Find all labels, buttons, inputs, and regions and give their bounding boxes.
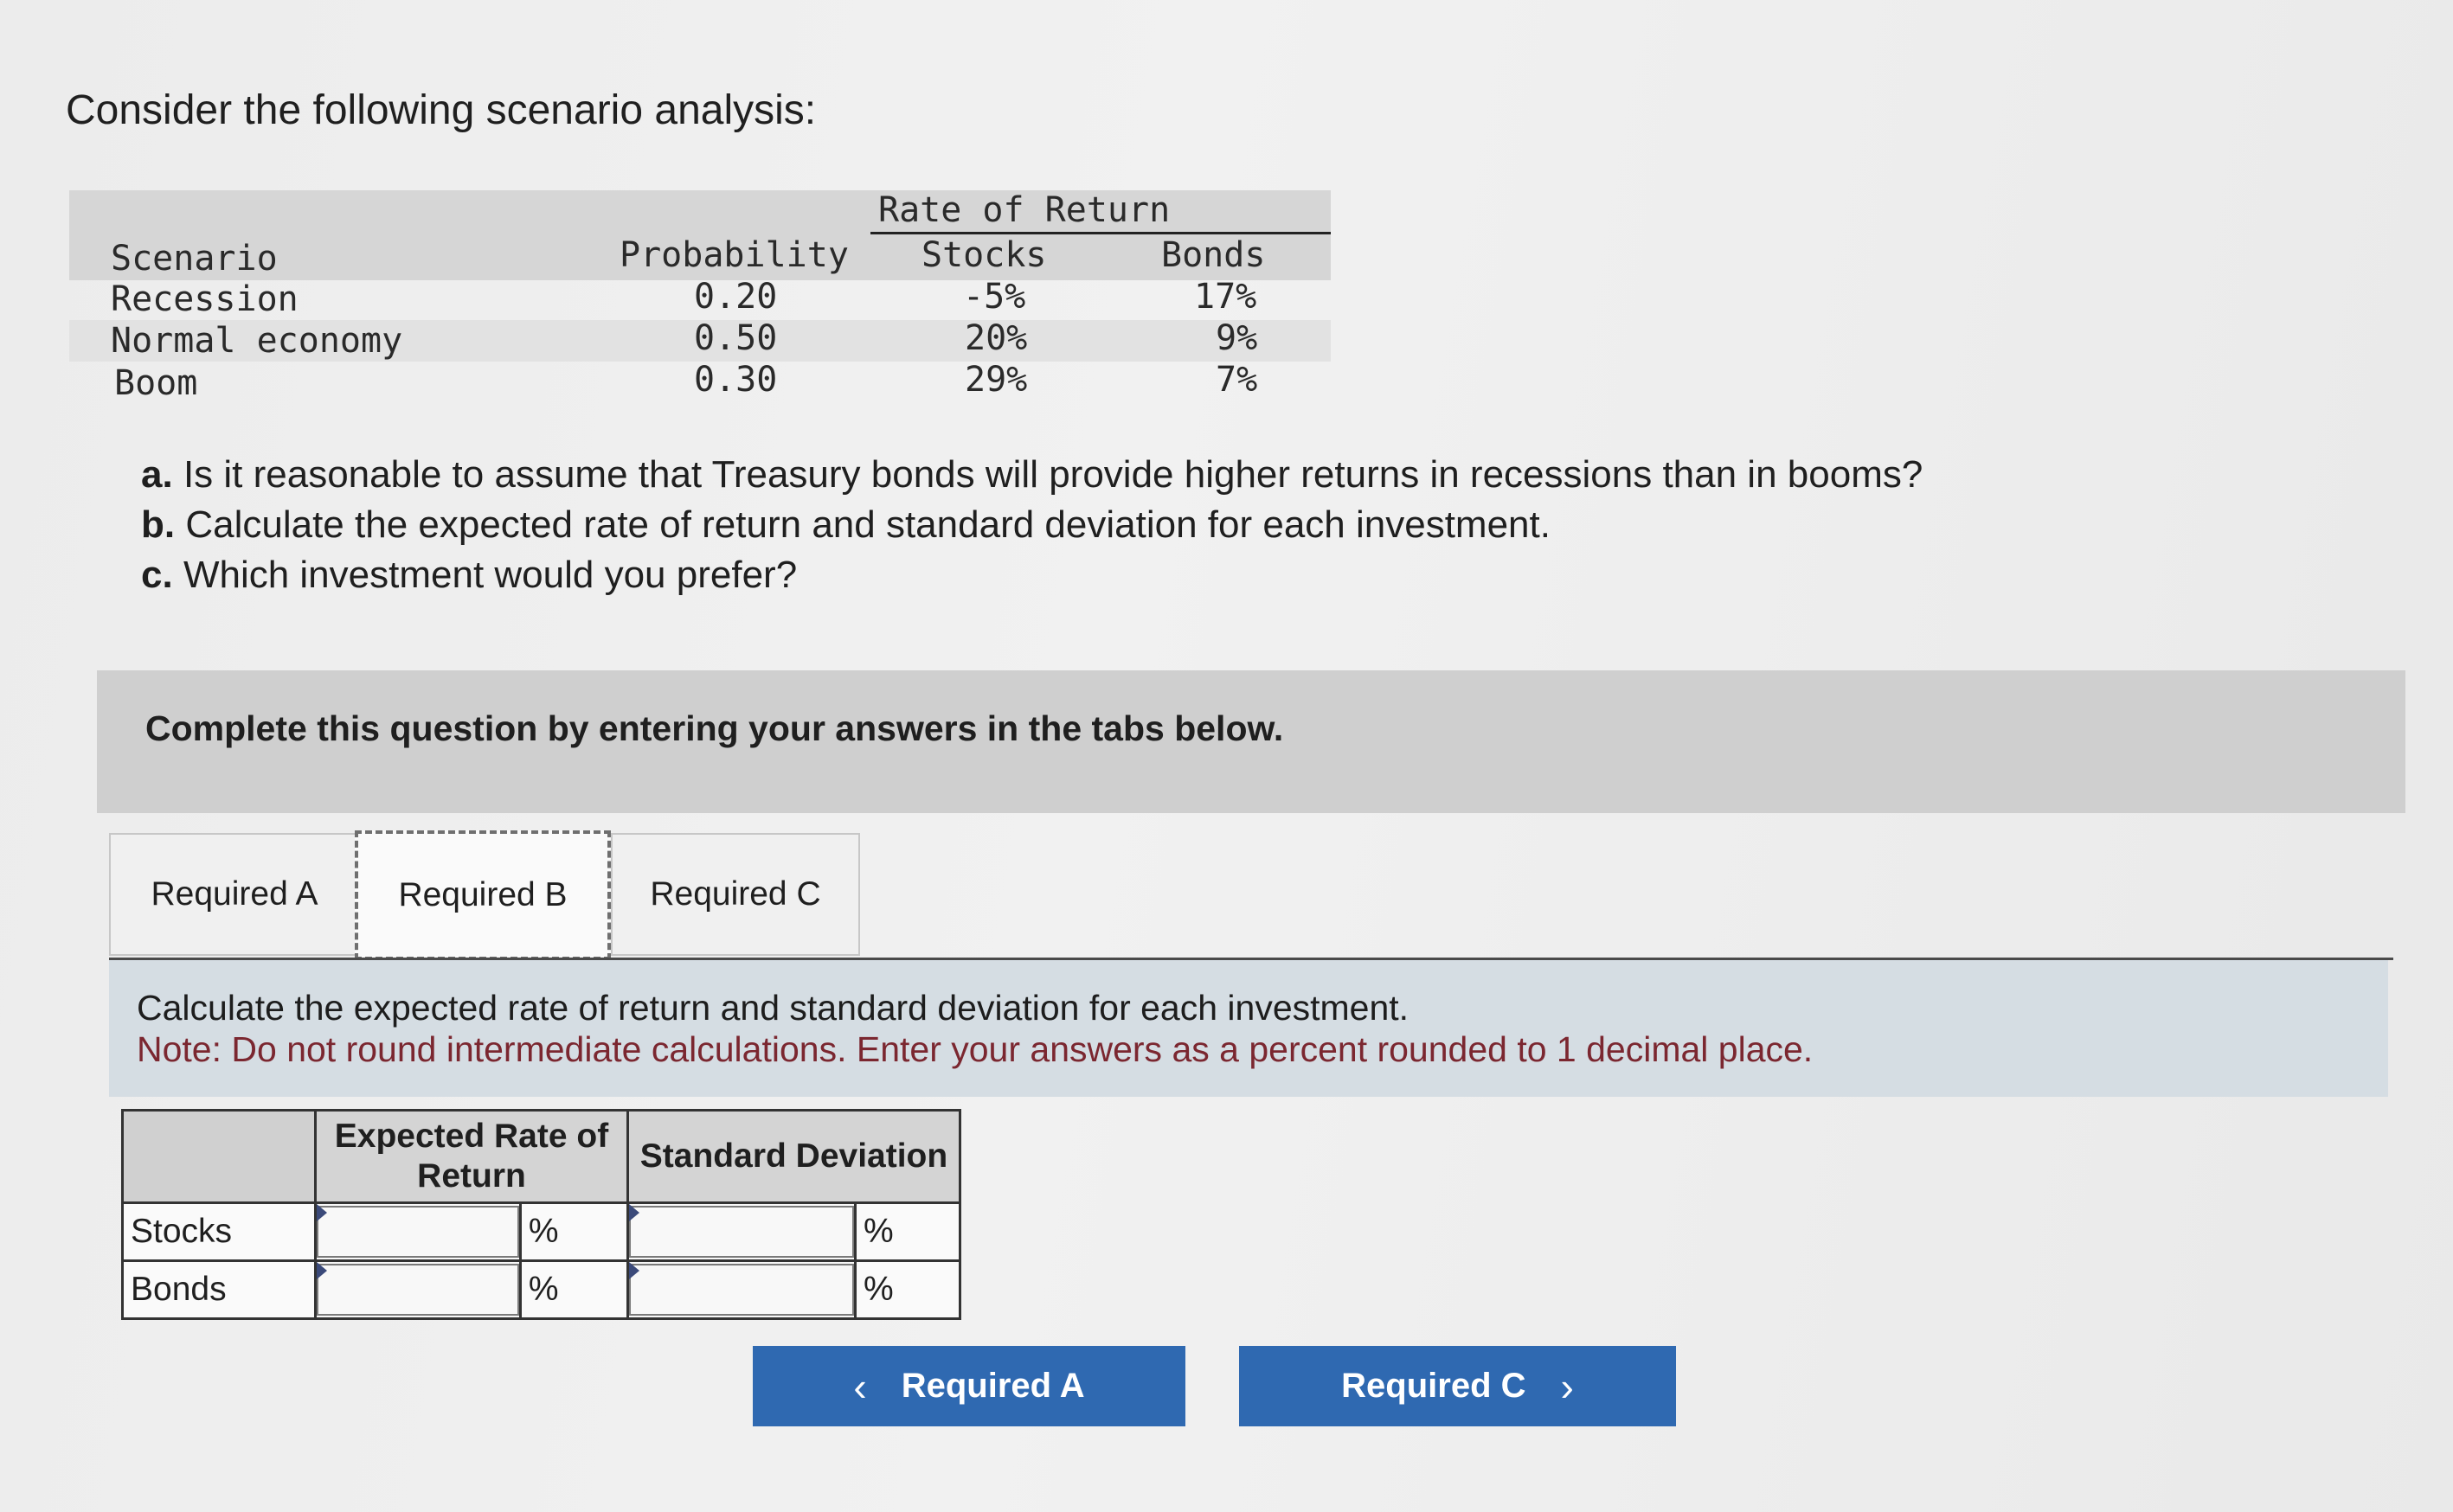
- col-header-expected-return: Expected Rate of Return: [314, 1109, 629, 1204]
- col-header-stocks: Stocks: [921, 235, 1047, 275]
- col-header-probability: Probability: [620, 235, 849, 275]
- row-label-stocks: Stocks: [121, 1201, 317, 1262]
- question-item: a. Is it reasonable to assume that Treas…: [141, 453, 1923, 496]
- tab-required-a[interactable]: Required A: [109, 833, 360, 956]
- stocks-expected-return-cell: [314, 1201, 522, 1262]
- prev-button-label: Required A: [901, 1367, 1085, 1405]
- instruction-note: Note: Do not round intermediate calculat…: [137, 1029, 1814, 1069]
- instruction-banner: Complete this question by entering your …: [97, 670, 2405, 813]
- bonds-expected-return-input[interactable]: [317, 1264, 519, 1316]
- row-stocks: -5%: [963, 277, 1026, 317]
- group-header-rate-of-return: Rate of Return: [878, 190, 1171, 230]
- row-bonds: 9%: [1216, 318, 1258, 358]
- instruction-text: Calculate the expected rate of return an…: [137, 988, 1410, 1028]
- row-stocks: 20%: [965, 318, 1028, 358]
- chevron-left-icon: ‹: [853, 1363, 867, 1409]
- flag-icon: [317, 1204, 327, 1221]
- question-item: b. Calculate the expected rate of return…: [141, 503, 1551, 546]
- tab-required-c[interactable]: Required C: [611, 833, 860, 956]
- next-required-c-button[interactable]: Required C ›: [1239, 1346, 1676, 1426]
- chevron-right-icon: ›: [1560, 1363, 1574, 1409]
- answer-table: Expected Rate of Return Standard Deviati…: [121, 1109, 961, 1320]
- stocks-stdev-cell: [626, 1201, 857, 1262]
- prev-required-a-button[interactable]: ‹ Required A: [753, 1346, 1185, 1426]
- instruction-panel: Calculate the expected rate of return an…: [109, 960, 2388, 1097]
- scenario-table: Rate of Return Scenario Probability Stoc…: [69, 190, 1331, 408]
- bonds-expected-return-cell: [314, 1259, 522, 1320]
- question-list: a. Is it reasonable to assume that Treas…: [141, 450, 1923, 600]
- stocks-expected-return-input[interactable]: [317, 1206, 519, 1258]
- row-probability: 0.20: [694, 277, 778, 317]
- row-probability: 0.30: [694, 360, 778, 400]
- banner-text: Complete this question by entering your …: [145, 708, 1284, 748]
- row-label-bonds: Bonds: [121, 1259, 317, 1320]
- flag-icon: [629, 1204, 639, 1221]
- col-header-bonds: Bonds: [1161, 235, 1266, 275]
- group-header-rule: [870, 232, 1331, 234]
- percent-unit: %: [518, 1201, 630, 1262]
- row-scenario: Boom: [114, 363, 198, 403]
- col-header-scenario: Scenario: [111, 239, 278, 279]
- bonds-stdev-cell: [626, 1259, 857, 1320]
- intro-text: Consider the following scenario analysis…: [66, 87, 817, 133]
- stocks-stdev-input[interactable]: [629, 1206, 854, 1258]
- col-header-standard-deviation: Standard Deviation: [626, 1109, 961, 1204]
- next-button-label: Required C: [1341, 1367, 1526, 1405]
- row-scenario: Recession: [111, 279, 299, 319]
- row-stocks: 29%: [965, 360, 1028, 400]
- row-scenario: Normal economy: [111, 321, 403, 361]
- bonds-stdev-input[interactable]: [629, 1264, 854, 1316]
- tab-required-b[interactable]: Required B: [355, 830, 611, 960]
- flag-icon: [317, 1262, 327, 1279]
- row-bonds: 7%: [1216, 360, 1258, 400]
- percent-unit: %: [854, 1259, 961, 1320]
- question-item: c. Which investment would you prefer?: [141, 554, 798, 596]
- percent-unit: %: [518, 1259, 630, 1320]
- percent-unit: %: [854, 1201, 961, 1262]
- row-bonds: 17%: [1194, 277, 1257, 317]
- corner-cell: [121, 1109, 317, 1204]
- row-probability: 0.50: [694, 318, 778, 358]
- flag-icon: [629, 1262, 639, 1279]
